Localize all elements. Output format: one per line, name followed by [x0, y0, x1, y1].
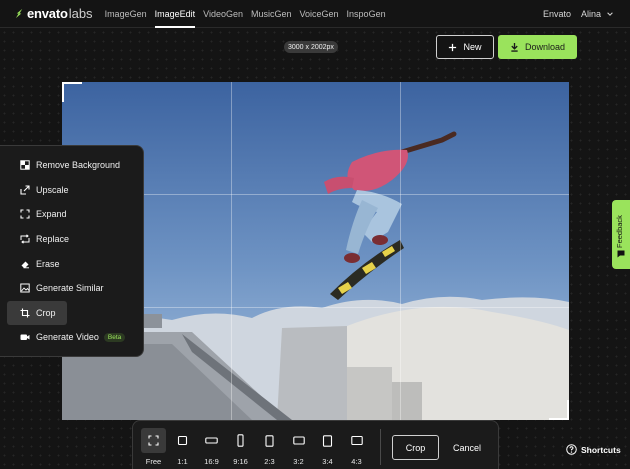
tool-expand[interactable]: Expand: [7, 202, 136, 227]
nav-videogen[interactable]: VideoGen: [199, 0, 247, 28]
ratio-free[interactable]: Free: [141, 428, 166, 466]
free-crop-icon: [148, 435, 159, 446]
new-button[interactable]: New: [436, 35, 494, 59]
remove-background-icon: [20, 160, 30, 170]
crop-button[interactable]: Crop: [392, 435, 439, 460]
tool-remove-background[interactable]: Remove Background: [7, 153, 136, 178]
brand-suffix: labs: [68, 6, 93, 21]
ratio-4-3[interactable]: 4:3: [344, 428, 369, 466]
image-dimensions-badge: 3000 x 2002px: [284, 41, 338, 53]
crop-grid-line: [400, 82, 401, 420]
expand-icon: [20, 209, 30, 220]
envato-labs-logo[interactable]: envato labs: [14, 6, 93, 21]
envato-leaf-icon: [15, 8, 23, 19]
ratio-1-1[interactable]: 1:1: [170, 428, 195, 466]
tool-label: Generate Video: [36, 332, 99, 343]
tool-label: Generate Similar: [36, 283, 104, 294]
new-button-label: New: [463, 42, 482, 52]
ratio-label: 4:3: [351, 457, 362, 466]
ratio-16-9-icon: [205, 437, 218, 444]
ratio-label: 16:9: [204, 457, 219, 466]
ratio-3-4[interactable]: 3:4: [315, 428, 340, 466]
ratio-9-16[interactable]: 9:16: [228, 428, 253, 466]
ratio-3-2-icon: [292, 436, 305, 445]
download-button-label: Download: [524, 42, 566, 52]
crop-handle-bottom-right[interactable]: [549, 400, 569, 420]
feedback-tab[interactable]: Feedback: [612, 200, 630, 269]
org-name[interactable]: Envato: [543, 9, 571, 19]
tool-label: Crop: [36, 307, 56, 318]
top-navigation: envato labs ImageGen ImageEdit VideoGen …: [0, 0, 630, 28]
eraser-icon: [21, 261, 29, 268]
tool-label: Expand: [36, 209, 67, 220]
ratio-16-9[interactable]: 16:9: [199, 428, 224, 466]
crop-grid-line: [231, 82, 232, 420]
nav-voicegen[interactable]: VoiceGen: [296, 0, 343, 28]
ratio-label: 3:2: [293, 457, 304, 466]
ratio-label: 9:16: [233, 457, 248, 466]
tool-erase[interactable]: Erase: [7, 251, 136, 276]
tool-label: Replace: [36, 234, 70, 245]
divider: [380, 429, 381, 465]
download-icon: [511, 42, 518, 52]
tool-label: Upscale: [36, 184, 69, 195]
replace-icon: [20, 234, 30, 244]
ratio-label: 2:3: [264, 457, 275, 466]
ratio-2-3[interactable]: 2:3: [257, 428, 282, 466]
ratio-1-1-icon: [177, 435, 188, 446]
tool-label: Remove Background: [36, 160, 121, 171]
tool-replace[interactable]: Replace: [7, 227, 136, 252]
brand-name: envato: [27, 6, 68, 21]
nav-imagegen[interactable]: ImageGen: [101, 0, 151, 28]
shortcuts-label: Shortcuts: [581, 444, 621, 455]
ratio-3-2[interactable]: 3:2: [286, 428, 311, 466]
feedback-icon: [617, 250, 625, 258]
shortcuts-button[interactable]: Shortcuts: [566, 444, 621, 455]
beta-badge: Beta: [103, 332, 126, 342]
ratio-2-3-icon: [265, 434, 274, 447]
ratio-4-3-icon: [350, 435, 363, 446]
nav-inspogen[interactable]: InspoGen: [343, 0, 390, 28]
plus-icon: [449, 43, 457, 51]
nav-musicgen[interactable]: MusicGen: [247, 0, 296, 28]
chevron-down-icon[interactable]: [606, 10, 614, 18]
tool-upscale[interactable]: Upscale: [7, 178, 136, 203]
crop-icon: [20, 308, 30, 318]
video-icon: [20, 334, 30, 341]
question-circle-icon: [566, 444, 577, 455]
cancel-button[interactable]: Cancel: [445, 435, 489, 460]
feedback-label: Feedback: [615, 215, 624, 248]
user-name[interactable]: Alina: [581, 9, 601, 19]
ratio-9-16-icon: [237, 434, 244, 447]
crop-ratio-bar: Free 1:1 16:9 9:16 2:3 3:2 3:4 4:3 Crop …: [132, 420, 499, 469]
account-menu[interactable]: Envato Alina: [543, 0, 614, 28]
tool-label: Erase: [36, 258, 60, 269]
ratio-3-4-icon: [322, 434, 333, 447]
download-button[interactable]: Download: [498, 35, 577, 59]
crop-handle-top-left[interactable]: [62, 82, 82, 102]
upscale-icon: [20, 185, 30, 195]
tool-generate-similar[interactable]: Generate Similar: [7, 276, 136, 301]
tool-generate-video[interactable]: Generate Video Beta: [7, 325, 136, 350]
edit-tools-panel: Remove Background Upscale Expand Replace…: [0, 145, 144, 357]
ratio-label: 3:4: [322, 457, 333, 466]
ratio-label: 1:1: [177, 457, 188, 466]
product-nav: ImageGen ImageEdit VideoGen MusicGen Voi…: [101, 0, 390, 28]
tool-crop[interactable]: Crop: [7, 300, 67, 326]
nav-imageedit[interactable]: ImageEdit: [151, 0, 200, 28]
image-icon: [20, 283, 30, 293]
ratio-label: Free: [145, 457, 162, 466]
